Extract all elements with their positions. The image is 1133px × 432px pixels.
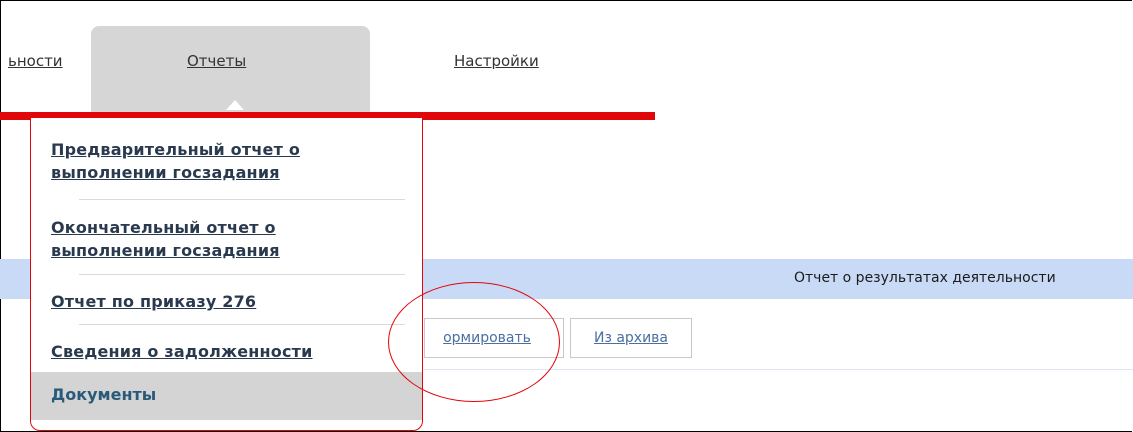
menu-item-documents-label: Документы	[51, 385, 157, 404]
active-tab-pointer	[226, 100, 244, 110]
menu-separator	[79, 274, 405, 275]
section-header-title: Отчет о результатах деятельности	[794, 270, 1056, 286]
from-archive-button-label: Из архива	[593, 330, 669, 346]
menu-item-documents[interactable]: Документы	[31, 372, 422, 420]
menu-item-final-report[interactable]: Окончательный отчет о выполнении госзада…	[51, 216, 391, 262]
tab-activity[interactable]: ьности	[8, 52, 63, 70]
menu-item-debt-info[interactable]: Сведения о задолженности	[51, 340, 313, 363]
menu-item-order-276-report[interactable]: Отчет по приказу 276	[51, 290, 256, 313]
from-archive-button[interactable]: Из архива	[570, 318, 692, 358]
menu-separator	[79, 199, 405, 200]
menu-item-preliminary-report[interactable]: Предварительный отчет о выполнении госза…	[51, 138, 391, 184]
annotation-ellipse	[388, 282, 560, 402]
menu-separator	[79, 324, 405, 325]
tab-reports[interactable]: Отчеты	[187, 52, 246, 70]
reports-dropdown-menu: Предварительный отчет о выполнении госза…	[30, 118, 423, 431]
tab-settings[interactable]: Настройки	[454, 52, 539, 70]
